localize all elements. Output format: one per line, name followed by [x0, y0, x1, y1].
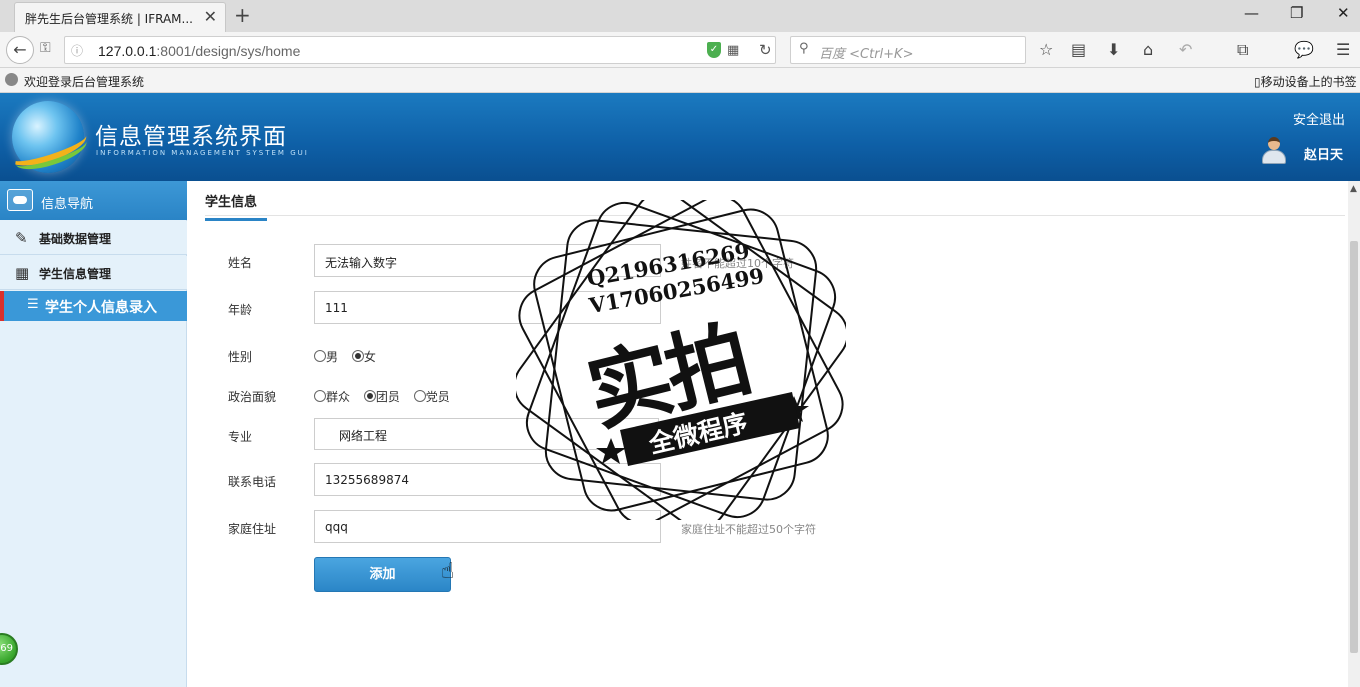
search-placeholder: 百度 <Ctrl+K>	[819, 47, 914, 62]
chat-icon[interactable]: 💬	[1294, 40, 1314, 59]
name-hint: 姓名不能超过10个字符	[681, 257, 794, 270]
main-content: 学生信息 姓名 无法输入数字 姓名不能超过10个字符 年龄 111 性别 男 女…	[188, 181, 1348, 687]
radio-league[interactable]	[363, 390, 376, 402]
politics-option-masses[interactable]: 群众	[314, 390, 350, 404]
cloud-icon	[7, 189, 33, 211]
tab-title: 胖先生后台管理系统 | IFRAM...	[25, 12, 193, 26]
key-icon: ⚿	[40, 40, 51, 56]
age-label: 年龄	[228, 303, 253, 317]
address-label: 家庭住址	[228, 522, 277, 536]
sidebar-heading-label: 信息导航	[41, 197, 94, 212]
sidebar-item-label: 基础数据管理	[39, 232, 112, 246]
menu-icon[interactable]: ☰	[1336, 40, 1350, 59]
sidebar-heading: 信息导航	[0, 181, 187, 220]
phone-field[interactable]: 13255689874	[314, 463, 661, 496]
politics-radio-group: 群众 团员 党员	[314, 388, 460, 405]
major-value: 网络工程	[339, 429, 388, 443]
list-icon: ☰	[27, 297, 39, 312]
calendar-icon: ▦	[15, 264, 30, 282]
browser-tab-bar: 胖先生后台管理系统 | IFRAM... ✕ + — ❐ ✕	[0, 0, 1360, 32]
search-icon: ⚲	[799, 41, 809, 56]
hand-cursor-icon: ☝	[441, 559, 455, 584]
sidebar-item-label: 学生个人信息录入	[45, 300, 157, 316]
window-close-icon[interactable]: ✕	[1337, 4, 1350, 22]
scroll-up-icon[interactable]: ▲	[1350, 184, 1357, 194]
add-button[interactable]: 添加	[314, 557, 451, 592]
name-field[interactable]: 无法输入数字	[314, 244, 661, 277]
url-bar[interactable]: ⓘ 127.0.0.1:8001/design/sys/home ✓ ▦ ↻	[64, 36, 776, 64]
logout-link[interactable]: 安全退出	[1293, 109, 1345, 128]
minimize-icon[interactable]: —	[1244, 4, 1259, 22]
divider	[205, 215, 1345, 216]
mobile-bookmarks[interactable]: ▯移动设备上的书签	[1254, 73, 1357, 90]
chevron-down-icon	[642, 431, 650, 436]
bookmark-globe-icon	[5, 73, 18, 86]
download-icon[interactable]: ⬇	[1107, 40, 1120, 59]
avatar	[1260, 137, 1288, 165]
bookmark-item[interactable]: 欢迎登录后台管理系统	[24, 73, 144, 90]
sidebar-item-student-entry[interactable]: ☰ 学生个人信息录入	[0, 291, 187, 321]
gender-option-female[interactable]: 女	[351, 350, 376, 364]
scroll-thumb[interactable]	[1350, 241, 1358, 653]
radio-female[interactable]	[351, 350, 364, 362]
gender-option-male[interactable]: 男	[314, 350, 338, 364]
politics-label: 政治面貌	[228, 390, 277, 404]
radio-party[interactable]	[413, 390, 426, 402]
back-button[interactable]: ←	[6, 36, 34, 64]
gender-radio-group: 男 女	[314, 348, 386, 365]
app-header: 信息管理系统界面 INFORMATION MANAGEMENT SYSTEM G…	[0, 93, 1360, 181]
bookmark-star-icon[interactable]: ☆	[1039, 40, 1053, 59]
sidebar-item-label: 学生信息管理	[39, 267, 112, 281]
address-field[interactable]: qqq	[314, 510, 661, 543]
politics-option-party[interactable]: 党员	[413, 390, 450, 404]
address-hint: 家庭住址不能超过50个字符	[681, 523, 816, 536]
reload-icon[interactable]: ↻	[759, 41, 772, 59]
qr-code-icon[interactable]: ▦	[727, 43, 739, 58]
sidebar-item-student-info[interactable]: ▦ 学生信息管理	[0, 256, 187, 290]
floating-badge[interactable]: 69	[0, 633, 18, 665]
edit-icon: ✎	[15, 229, 28, 247]
age-field[interactable]: 111	[314, 291, 661, 324]
radio-male[interactable]	[314, 350, 326, 362]
reading-list-icon[interactable]: ▤	[1071, 40, 1086, 59]
browser-tab[interactable]: 胖先生后台管理系统 | IFRAM... ✕	[14, 2, 226, 32]
bookmarks-bar: 欢迎登录后台管理系统 ▯移动设备上的书签	[0, 68, 1360, 93]
phone-label: 联系电话	[228, 475, 277, 489]
sidebar: 信息导航 ✎ 基础数据管理 ▦ 学生信息管理 ☰ 学生个人信息录入 69	[0, 181, 187, 687]
major-label: 专业	[228, 430, 253, 444]
politics-option-league[interactable]: 团员	[363, 390, 400, 404]
app-title: 信息管理系统界面	[95, 124, 287, 150]
sidebar-item-basic-data[interactable]: ✎ 基础数据管理	[0, 221, 187, 255]
close-tab-icon[interactable]: ✕	[204, 7, 217, 26]
crop-icon[interactable]: ⧉	[1237, 40, 1248, 60]
major-select[interactable]: 网络工程	[314, 418, 659, 450]
new-tab-icon[interactable]: +	[234, 3, 251, 27]
search-bar[interactable]: ⚲ 百度 <Ctrl+K>	[790, 36, 1026, 64]
app-subtitle: INFORMATION MANAGEMENT SYSTEM GUI	[96, 149, 309, 157]
site-info-icon[interactable]: ⓘ	[71, 42, 83, 59]
name-label: 姓名	[228, 256, 253, 270]
url-text: 127.0.0.1:8001/design/sys/home	[98, 43, 301, 59]
navigation-bar: ← ⚿ ⓘ 127.0.0.1:8001/design/sys/home ✓ ▦…	[0, 32, 1360, 68]
home-icon[interactable]: ⌂	[1143, 40, 1153, 59]
radio-masses[interactable]	[314, 390, 326, 402]
undo-icon[interactable]: ↶	[1179, 40, 1192, 59]
username: 赵日天	[1304, 148, 1344, 163]
shield-icon[interactable]: ✓	[707, 42, 721, 58]
scrollbar[interactable]: ▲	[1348, 181, 1360, 687]
gender-label: 性别	[228, 350, 253, 364]
tab-student-info[interactable]: 学生信息	[205, 191, 267, 221]
restore-icon[interactable]: ❐	[1290, 4, 1303, 22]
